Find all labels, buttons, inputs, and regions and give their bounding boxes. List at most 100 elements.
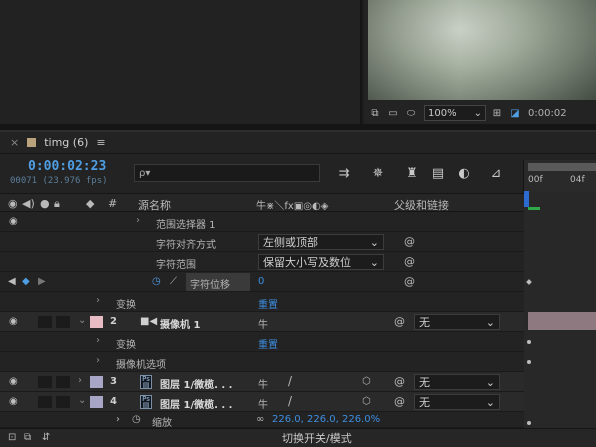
layer-switches-icon[interactable]: ⊡ xyxy=(8,432,16,443)
stopwatch-icon[interactable]: ◷ xyxy=(152,276,161,287)
graph-editor-icon[interactable]: ⊿ xyxy=(486,163,506,183)
char-range-dropdown[interactable]: 保留大小写及数位 ⌄ xyxy=(258,254,384,270)
layer-name[interactable]: 摄像机 1 xyxy=(160,316,200,331)
eye-icon[interactable]: ◉ xyxy=(8,197,18,210)
transparency-grid-icon[interactable]: ◪ xyxy=(508,106,522,120)
toggle-switches-modes[interactable]: 切换开关/模式 xyxy=(282,430,352,446)
composition-mini-flowchart-icon[interactable]: ⇉ xyxy=(334,163,354,183)
pickwhip-icon[interactable]: @ xyxy=(394,375,405,388)
3d-layer-icon[interactable]: ⬡ xyxy=(362,376,371,387)
eye-icon[interactable]: ◉ xyxy=(9,376,18,387)
pickwhip-icon[interactable]: @ xyxy=(394,315,405,328)
solo-toggle[interactable] xyxy=(38,396,52,408)
pickwhip-icon[interactable]: @ xyxy=(404,255,415,268)
twirl-right-icon[interactable]: › xyxy=(78,375,82,386)
timeline-track-area[interactable] xyxy=(524,160,596,430)
layer-label-color[interactable] xyxy=(90,376,103,388)
motion-blur-icon[interactable]: ◐ xyxy=(454,163,474,183)
twirl-right-icon[interactable]: › xyxy=(136,215,140,226)
in-out-icon[interactable]: ⇵ xyxy=(42,432,50,443)
ruler-tick: 04f xyxy=(570,175,585,185)
region-icon[interactable]: ⊞ xyxy=(490,106,504,120)
solo-toggle[interactable] xyxy=(38,376,52,388)
close-icon[interactable]: × xyxy=(10,136,19,149)
next-keyframe-icon[interactable]: ▶ xyxy=(38,276,46,287)
quality-switch-icon[interactable]: / xyxy=(288,374,292,388)
scale-label: 缩放 xyxy=(152,418,172,429)
tab-title[interactable]: timg (6) xyxy=(44,136,88,149)
twirl-right-icon[interactable]: › xyxy=(96,335,100,346)
char-align-dropdown[interactable]: 左侧或顶部 ⌄ xyxy=(258,234,384,250)
zoom-dropdown[interactable]: 100% ⌄ xyxy=(424,105,486,121)
layer-label-color[interactable] xyxy=(90,316,103,328)
collapse-switch-icon[interactable]: 牛 xyxy=(258,376,268,391)
layer-duration-bar[interactable] xyxy=(528,312,596,330)
layer-number: 2 xyxy=(110,316,117,327)
shy-layers-icon[interactable]: ♜ xyxy=(402,163,422,183)
quality-switch-icon[interactable]: / xyxy=(288,394,292,408)
scale-value[interactable]: 226.0, 226.0, 226.0% xyxy=(272,414,380,425)
transfer-controls-icon[interactable]: ⧉ xyxy=(24,432,31,443)
keyframe-dot xyxy=(527,421,531,425)
reset-link[interactable]: 重置 xyxy=(258,336,278,351)
twirl-right-icon[interactable]: › xyxy=(116,414,120,425)
collapse-switch-icon[interactable]: 牛 xyxy=(258,316,268,331)
composition-icon xyxy=(27,138,37,147)
draft-3d-icon[interactable]: ✵ xyxy=(368,163,388,183)
lock-toggle[interactable] xyxy=(56,316,70,328)
parent-link-header[interactable]: 父级和链接 xyxy=(394,197,449,213)
panel-menu-icon[interactable]: ≡ xyxy=(96,136,105,149)
pickwhip-icon[interactable]: @ xyxy=(404,235,415,248)
twirl-right-icon[interactable]: › xyxy=(96,295,100,306)
current-time-indicator[interactable] xyxy=(524,191,529,207)
project-panel xyxy=(0,0,362,124)
stopwatch-icon[interactable]: ◷ xyxy=(132,414,141,425)
constrain-link-icon[interactable]: ∞ xyxy=(256,414,264,425)
eye-icon[interactable]: ◉ xyxy=(9,396,18,407)
audio-icon[interactable]: ◀) xyxy=(22,197,35,210)
add-keyframe-icon[interactable]: ◆ xyxy=(22,276,30,287)
layer-row[interactable]: ◉ ⌄ 2 ■◀ 摄像机 1 牛 @ 无 ⌄ xyxy=(0,312,524,332)
layer-number: 4 xyxy=(110,396,117,407)
lock-icon[interactable]: 🔒︎ xyxy=(54,197,60,211)
reset-link[interactable]: 重置 xyxy=(258,296,278,311)
source-name-header[interactable]: 源名称 xyxy=(138,197,171,213)
transform-label: 变换 xyxy=(116,300,136,311)
layer-row[interactable]: ◉ › 3 Ps ▤ 图层 1/微榄. . . 牛 / ⬡ @ 无 ⌄ xyxy=(0,372,524,392)
pickwhip-icon[interactable]: @ xyxy=(394,395,405,408)
viewer-time[interactable]: 0:00:02 xyxy=(528,108,567,119)
mask-view-icon[interactable]: ⬭ xyxy=(404,106,418,120)
monitor-icon[interactable]: ▭ xyxy=(386,106,400,120)
layer-name[interactable]: 图层 1/微榄. . . xyxy=(160,376,232,391)
layer-label-color[interactable] xyxy=(90,396,103,408)
property-group-row: › 变换 重置 xyxy=(0,292,524,312)
graph-icon[interactable]: ⟋ xyxy=(170,276,177,287)
pickwhip-icon[interactable]: @ xyxy=(404,275,415,288)
parent-dropdown[interactable]: 无 ⌄ xyxy=(414,394,500,410)
parent-dropdown[interactable]: 无 ⌄ xyxy=(414,374,500,390)
parent-dropdown[interactable]: 无 ⌄ xyxy=(414,314,500,330)
prev-keyframe-icon[interactable]: ◀ xyxy=(8,276,16,287)
lock-toggle[interactable] xyxy=(56,396,70,408)
twirl-down-icon[interactable]: ⌄ xyxy=(78,315,86,326)
lock-toggle[interactable] xyxy=(56,376,70,388)
3d-layer-icon[interactable]: ⬡ xyxy=(362,396,371,407)
collapse-switch-icon[interactable]: 牛 xyxy=(258,396,268,411)
work-area-bar[interactable] xyxy=(528,163,596,171)
eye-icon[interactable]: ◉ xyxy=(9,216,18,227)
switches-icons: 牛⋇＼fx▣◎◐◈ xyxy=(256,201,329,212)
chevron-down-icon: ⌄ xyxy=(485,395,495,409)
solo-toggle[interactable] xyxy=(38,316,52,328)
search-input[interactable]: ρ▾ xyxy=(134,164,320,182)
twirl-down-icon[interactable]: ⌄ xyxy=(78,395,86,406)
twirl-right-icon[interactable]: › xyxy=(96,355,100,366)
snapshot-icon[interactable]: ⧉ xyxy=(368,106,382,120)
char-offset-value[interactable]: 0 xyxy=(258,276,264,287)
frame-blending-icon[interactable]: ▤ xyxy=(428,163,448,183)
eye-icon[interactable]: ◉ xyxy=(9,316,18,327)
current-timecode[interactable]: 0:00:02:23 xyxy=(28,159,106,174)
layer-row[interactable]: ◉ ⌄ 4 Ps ▤ 图层 1/微榄. . . 牛 / ⬡ @ 无 ⌄ xyxy=(0,392,524,412)
layer-name[interactable]: 图层 1/微榄. . . xyxy=(160,396,232,411)
label-tag-icon[interactable]: ◆ xyxy=(86,197,94,210)
solo-icon[interactable]: ● xyxy=(40,197,50,210)
